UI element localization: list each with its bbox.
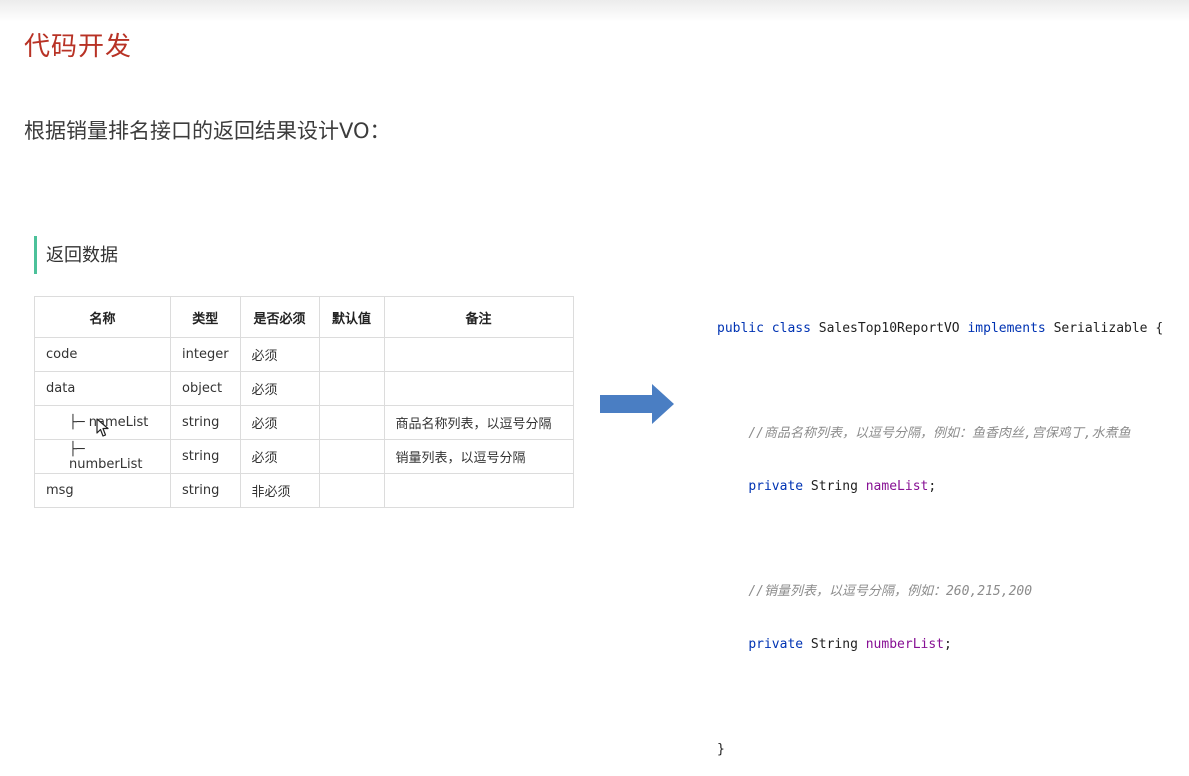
header-default: 默认值	[318, 296, 385, 338]
cell-type: string	[170, 439, 241, 474]
class-name: SalesTop10ReportVO	[810, 321, 968, 336]
table-row: msg string 非必须	[34, 473, 574, 508]
semicolon: ;	[928, 478, 937, 494]
semicolon: ;	[944, 636, 952, 652]
cell-name: msg	[34, 473, 171, 508]
code-snippet: public class SalesTop10ReportVO implemen…	[717, 288, 1163, 776]
keyword: private	[748, 478, 804, 494]
header-required: 是否必须	[239, 296, 320, 338]
code-comment: //销量列表，以逗号分隔，例如：260,215,200	[748, 583, 1033, 599]
type-name: String	[803, 636, 866, 652]
cell-required: 必须	[239, 337, 320, 372]
cell-default	[318, 371, 385, 406]
code-line-class-decl: public class SalesTop10ReportVO implemen…	[717, 318, 1163, 341]
table-row: data object 必须	[34, 371, 574, 406]
keyword: private	[748, 636, 804, 652]
cell-name: ├─ numberList	[34, 439, 171, 474]
header-note: 备注	[383, 296, 574, 338]
cell-note: 销量列表，以逗号分隔	[383, 439, 574, 474]
cell-note	[383, 337, 574, 372]
field-name: numberList	[865, 636, 945, 652]
code-line-field: private String nameList;	[717, 476, 1163, 499]
code-comment: //商品名称列表，以逗号分隔，例如：鱼香肉丝,宫保鸡丁,水煮鱼	[748, 426, 1131, 442]
slide-title: 代码开发	[24, 32, 133, 62]
cell-name: code	[34, 337, 171, 372]
cell-type: string	[170, 473, 241, 508]
interface-name: Serializable {	[1045, 321, 1164, 336]
keyword: public class	[717, 321, 811, 336]
cell-type: string	[170, 405, 241, 440]
code-line-comment: //销量列表，以逗号分隔，例如：260,215,200	[717, 581, 1163, 604]
cell-required: 必须	[239, 371, 320, 406]
cell-default	[318, 337, 385, 372]
code-line-close: }	[717, 739, 1163, 762]
cell-note	[383, 371, 574, 406]
keyword: implements	[967, 321, 1046, 336]
header-name: 名称	[34, 296, 171, 338]
cell-note	[383, 473, 574, 508]
cell-required: 非必须	[239, 473, 320, 508]
cell-type: object	[170, 371, 241, 406]
type-name: String	[803, 478, 866, 494]
cell-name: data	[34, 371, 171, 406]
closing-brace: }	[717, 741, 725, 757]
slide-subtitle: 根据销量排名接口的返回结果设计VO：	[24, 119, 391, 143]
table-row: code integer 必须	[34, 337, 574, 372]
table-header-row: 名称 类型 是否必须 默认值 备注	[34, 296, 574, 338]
top-gradient	[0, 0, 1189, 22]
response-fields-table: 名称 类型 是否必须 默认值 备注 code integer 必须 data o…	[34, 296, 574, 508]
section-heading: 返回数据	[34, 236, 118, 274]
code-line-field: private String numberList;	[717, 634, 1163, 657]
header-type: 类型	[170, 296, 241, 338]
right-arrow-icon	[600, 384, 674, 424]
cell-type: integer	[170, 337, 241, 372]
cell-default	[318, 439, 385, 474]
mouse-cursor-icon	[96, 418, 109, 437]
table-row: ├─ nameList string 必须 商品名称列表，以逗号分隔	[34, 405, 574, 440]
code-line-comment: //商品名称列表，以逗号分隔，例如：鱼香肉丝,宫保鸡丁,水煮鱼	[717, 423, 1163, 446]
table-row: ├─ numberList string 必须 销量列表，以逗号分隔	[34, 439, 574, 474]
cell-required: 必须	[239, 439, 320, 474]
cell-note: 商品名称列表，以逗号分隔	[383, 405, 574, 440]
cell-default	[318, 405, 385, 440]
cell-required: 必须	[239, 405, 320, 440]
cell-default	[318, 473, 385, 508]
field-name: nameList	[865, 478, 929, 494]
